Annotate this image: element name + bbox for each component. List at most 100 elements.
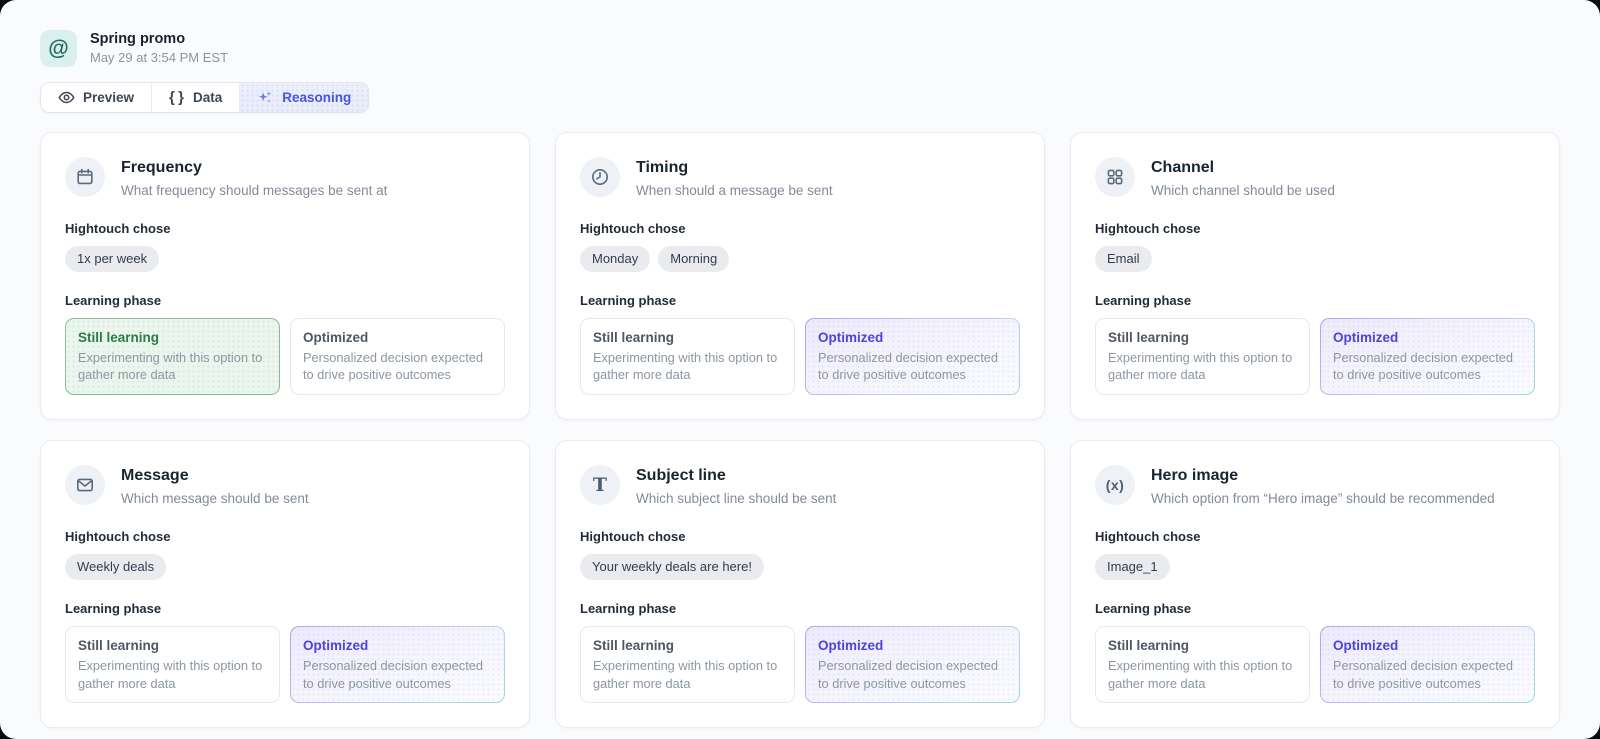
option-optimized: Optimized Personalized decision expected… xyxy=(1320,318,1535,396)
choice-chips: Email xyxy=(1095,246,1535,272)
card-subtitle: Which option from “Hero image” should be… xyxy=(1151,490,1495,508)
option-title: Still learning xyxy=(78,329,267,347)
learning-phase-label: Learning phase xyxy=(580,601,1020,616)
grid-icon xyxy=(1095,157,1135,197)
tab-label: Preview xyxy=(83,90,134,105)
card-heading-text: Message Which message should be sent xyxy=(121,465,309,508)
card-subtitle: Which subject line should be sent xyxy=(636,490,836,508)
choice-chip: Image_1 xyxy=(1095,554,1170,580)
hightouch-chose-label: Hightouch chose xyxy=(65,529,505,544)
choice-chip: Monday xyxy=(580,246,650,272)
hightouch-chose-label: Hightouch chose xyxy=(1095,529,1535,544)
option-still-learning: Still learning Experimenting with this o… xyxy=(1095,318,1310,396)
card-heading-text: Hero image Which option from “Hero image… xyxy=(1151,465,1495,508)
option-title: Optimized xyxy=(303,329,492,347)
reasoning-page: @ Spring promo May 29 at 3:54 PM EST Pre… xyxy=(0,0,1600,739)
calendar-icon xyxy=(65,157,105,197)
card-title: Frequency xyxy=(121,158,387,179)
card-heading-text: Channel Which channel should be used xyxy=(1151,157,1335,200)
clock-icon xyxy=(580,157,620,197)
choice-chips: Image_1 xyxy=(1095,554,1535,580)
card-title: Timing xyxy=(636,158,833,179)
tab-reasoning[interactable]: Reasoning xyxy=(239,83,368,112)
choice-chip: Your weekly deals are here! xyxy=(580,554,764,580)
learning-phase-label: Learning phase xyxy=(1095,293,1535,308)
eye-icon xyxy=(58,89,75,106)
card-title: Message xyxy=(121,466,309,487)
option-title: Still learning xyxy=(1108,637,1297,655)
tab-data[interactable]: { } Data xyxy=(151,83,239,112)
option-optimized: Optimized Personalized decision expected… xyxy=(805,626,1020,704)
phase-options: Still learning Experimenting with this o… xyxy=(1095,318,1535,396)
braces-icon: { } xyxy=(169,89,185,106)
card-heading-text: Subject line Which subject line should b… xyxy=(636,465,836,508)
option-description: Experimenting with this option to gather… xyxy=(78,657,267,692)
at-sign-icon: @ xyxy=(40,30,77,67)
choice-chip: 1x per week xyxy=(65,246,159,272)
option-still-learning: Still learning Experimenting with this o… xyxy=(580,626,795,704)
option-title: Still learning xyxy=(593,329,782,347)
card-title: Channel xyxy=(1151,158,1335,179)
choice-chips: 1x per week xyxy=(65,246,505,272)
option-optimized: Optimized Personalized decision expected… xyxy=(1320,626,1535,704)
choice-chips: Your weekly deals are here! xyxy=(580,554,1020,580)
choice-chips: Weekly deals xyxy=(65,554,505,580)
phase-options: Still learning Experimenting with this o… xyxy=(1095,626,1535,704)
tab-label: Data xyxy=(193,90,222,105)
card-subtitle: When should a message be sent xyxy=(636,182,833,200)
variable-icon: (x) xyxy=(1095,465,1135,505)
option-description: Personalized decision expected to drive … xyxy=(818,657,1007,692)
card-header: (x) Hero image Which option from “Hero i… xyxy=(1095,465,1535,508)
page-title: Spring promo xyxy=(90,30,228,48)
option-description: Personalized decision expected to drive … xyxy=(1333,349,1522,384)
hightouch-chose-label: Hightouch chose xyxy=(580,221,1020,236)
option-optimized: Optimized Personalized decision expected… xyxy=(290,318,505,396)
choice-chip: Email xyxy=(1095,246,1152,272)
phase-options: Still learning Experimenting with this o… xyxy=(580,318,1020,396)
card-frequency: Frequency What frequency should messages… xyxy=(40,132,530,420)
phase-options: Still learning Experimenting with this o… xyxy=(65,318,505,396)
hightouch-chose-label: Hightouch chose xyxy=(580,529,1020,544)
card-title: Subject line xyxy=(636,466,836,487)
page-timestamp: May 29 at 3:54 PM EST xyxy=(90,50,228,67)
option-still-learning: Still learning Experimenting with this o… xyxy=(65,626,280,704)
choice-chip: Morning xyxy=(658,246,729,272)
option-title: Optimized xyxy=(818,637,1007,655)
option-description: Personalized decision expected to drive … xyxy=(303,349,492,384)
option-title: Still learning xyxy=(1108,329,1297,347)
phase-options: Still learning Experimenting with this o… xyxy=(580,626,1020,704)
option-still-learning: Still learning Experimenting with this o… xyxy=(580,318,795,396)
choice-chip: Weekly deals xyxy=(65,554,166,580)
card-title: Hero image xyxy=(1151,466,1495,487)
option-still-learning: Still learning Experimenting with this o… xyxy=(1095,626,1310,704)
sparkles-icon xyxy=(257,89,274,106)
option-title: Optimized xyxy=(818,329,1007,347)
option-description: Personalized decision expected to drive … xyxy=(818,349,1007,384)
hightouch-chose-label: Hightouch chose xyxy=(65,221,505,236)
learning-phase-label: Learning phase xyxy=(1095,601,1535,616)
learning-phase-label: Learning phase xyxy=(65,601,505,616)
option-description: Experimenting with this option to gather… xyxy=(1108,657,1297,692)
option-title: Optimized xyxy=(1333,329,1522,347)
card-message: Message Which message should be sent Hig… xyxy=(40,440,530,728)
option-title: Still learning xyxy=(593,637,782,655)
card-heading-text: Frequency What frequency should messages… xyxy=(121,157,387,200)
tab-label: Reasoning xyxy=(282,90,351,105)
option-title: Optimized xyxy=(1333,637,1522,655)
cards-grid: Frequency What frequency should messages… xyxy=(40,132,1560,728)
option-description: Experimenting with this option to gather… xyxy=(593,657,782,692)
card-subject-line: T Subject line Which subject line should… xyxy=(555,440,1045,728)
card-header: Frequency What frequency should messages… xyxy=(65,157,505,200)
card-header: T Subject line Which subject line should… xyxy=(580,465,1020,508)
header-text: Spring promo May 29 at 3:54 PM EST xyxy=(90,30,228,66)
tab-preview[interactable]: Preview xyxy=(41,83,151,112)
option-description: Experimenting with this option to gather… xyxy=(593,349,782,384)
card-heading-text: Timing When should a message be sent xyxy=(636,157,833,200)
card-hero-image: (x) Hero image Which option from “Hero i… xyxy=(1070,440,1560,728)
mail-icon xyxy=(65,465,105,505)
option-description: Experimenting with this option to gather… xyxy=(1108,349,1297,384)
card-subtitle: What frequency should messages be sent a… xyxy=(121,182,387,200)
learning-phase-label: Learning phase xyxy=(65,293,505,308)
card-subtitle: Which channel should be used xyxy=(1151,182,1335,200)
option-optimized: Optimized Personalized decision expected… xyxy=(805,318,1020,396)
